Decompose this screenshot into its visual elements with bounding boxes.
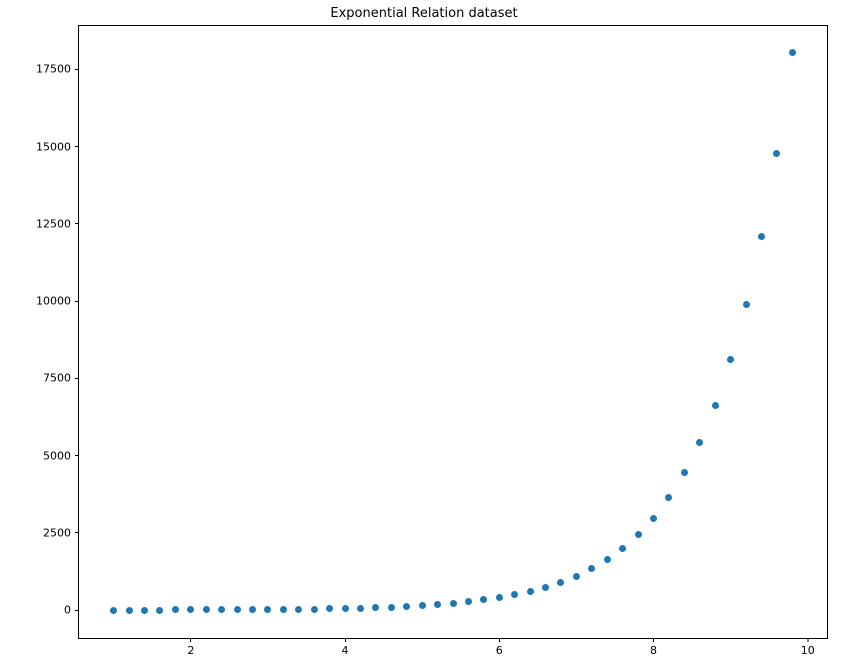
data-point xyxy=(573,573,580,580)
data-point xyxy=(604,556,611,563)
data-point xyxy=(126,607,133,614)
data-point xyxy=(156,607,163,614)
data-point xyxy=(650,515,657,522)
data-point xyxy=(465,598,472,605)
axes: 246810025005000750010000125001500017500 xyxy=(78,25,828,639)
data-point xyxy=(342,605,349,612)
figure: Exponential Relation dataset 24681002500… xyxy=(0,0,848,670)
data-point xyxy=(758,233,765,240)
chart-title: Exponential Relation dataset xyxy=(0,6,848,21)
data-point xyxy=(388,604,395,611)
data-point xyxy=(681,469,688,476)
data-point xyxy=(403,603,410,610)
data-point xyxy=(280,606,287,613)
data-point xyxy=(480,596,487,603)
plot-area xyxy=(79,26,827,638)
data-point xyxy=(218,606,225,613)
data-point xyxy=(295,606,302,613)
data-point xyxy=(434,601,441,608)
y-tick: 7500 xyxy=(43,372,79,385)
data-point xyxy=(203,606,210,613)
data-point xyxy=(619,545,626,552)
y-tick: 17500 xyxy=(36,63,79,76)
x-tick: 8 xyxy=(650,638,657,657)
x-tick: 4 xyxy=(342,638,349,657)
data-point xyxy=(712,402,719,409)
x-tick: 2 xyxy=(187,638,194,657)
y-tick: 12500 xyxy=(36,217,79,230)
data-point xyxy=(789,49,796,56)
data-point xyxy=(588,565,595,572)
data-point xyxy=(665,494,672,501)
data-point xyxy=(110,607,117,614)
x-tick: 10 xyxy=(801,638,815,657)
y-tick: 0 xyxy=(64,604,79,617)
data-point xyxy=(326,605,333,612)
x-tick: 6 xyxy=(496,638,503,657)
data-point xyxy=(511,591,518,598)
data-point xyxy=(635,531,642,538)
data-point xyxy=(696,439,703,446)
y-tick: 10000 xyxy=(36,295,79,308)
data-point xyxy=(419,602,426,609)
data-point xyxy=(357,605,364,612)
y-tick: 15000 xyxy=(36,140,79,153)
data-point xyxy=(141,607,148,614)
y-tick: 2500 xyxy=(43,526,79,539)
data-point xyxy=(743,301,750,308)
data-point xyxy=(187,606,194,613)
data-point xyxy=(372,604,379,611)
data-point xyxy=(234,606,241,613)
data-point xyxy=(727,356,734,363)
data-point xyxy=(496,594,503,601)
data-point xyxy=(527,588,534,595)
data-point xyxy=(264,606,271,613)
data-point xyxy=(311,606,318,613)
data-point xyxy=(172,606,179,613)
data-point xyxy=(542,584,549,591)
data-point xyxy=(450,600,457,607)
data-point xyxy=(557,579,564,586)
y-tick: 5000 xyxy=(43,449,79,462)
data-point xyxy=(773,150,780,157)
data-point xyxy=(249,606,256,613)
